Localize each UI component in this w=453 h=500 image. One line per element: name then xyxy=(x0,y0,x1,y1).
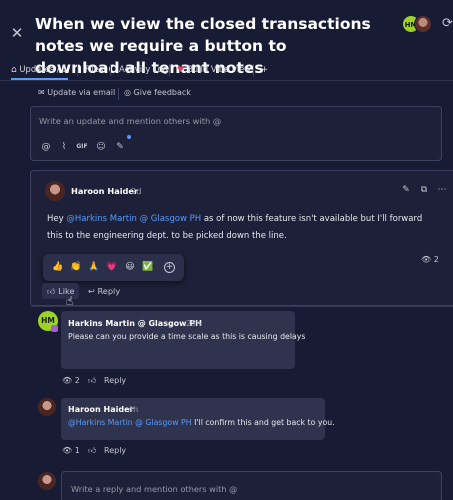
at-icon[interactable]: @ xyxy=(39,140,53,154)
notification-dot xyxy=(127,135,131,139)
tab-build-vibe-view[interactable]: ♥ Build Vibe view xyxy=(177,60,251,80)
mention-link[interactable]: @Harkins Martin @ Glasgow PH xyxy=(68,418,192,427)
post-body: Hey @Harkins Martin @ Glasgow PH as of n… xyxy=(47,214,423,241)
emoji-icon[interactable]: ☺ xyxy=(94,140,108,154)
reply-like-button[interactable]: 👍︎ xyxy=(88,376,96,388)
avatar xyxy=(38,472,56,490)
mail-icon: ✉ xyxy=(38,88,45,97)
attachment-icon[interactable]: ⌇ xyxy=(57,140,71,154)
reply-text: Please can you provide a time scale as t… xyxy=(68,332,306,341)
divider xyxy=(0,80,453,81)
reply-input[interactable]: Write a reply and mention others with @ xyxy=(71,484,237,494)
home-icon: ⌂ xyxy=(11,65,17,75)
reply-editor[interactable]: Write a reply and mention others with @ xyxy=(61,471,442,500)
avatar[interactable] xyxy=(45,181,65,201)
reply-bubble: Harkins Martin @ Glasgow PH 23h Please c… xyxy=(61,311,305,369)
reactions-popup: 👍 👏 🙏 💗 😃 ✅ + xyxy=(43,254,184,281)
add-reaction-icon[interactable]: + xyxy=(164,262,175,273)
reply-text: @Harkins Martin @ Glasgow PH I'll confir… xyxy=(68,418,335,427)
update-editor[interactable]: Write an update and mention others with … xyxy=(30,106,442,161)
heart-icon: ♥ xyxy=(177,64,185,74)
reply-button[interactable]: ↩ Reply xyxy=(88,283,120,299)
feedback-icon: ◎ xyxy=(124,88,131,97)
tab-activity-log[interactable]: Activity Log xyxy=(119,60,168,80)
reply-like-button[interactable]: 👍︎ xyxy=(88,446,96,458)
update-input[interactable]: Write an update and mention others with … xyxy=(39,116,221,126)
add-view-button[interactable]: + xyxy=(261,60,268,80)
guest-badge xyxy=(51,325,58,332)
update-via-email-link[interactable]: ✉ Update via email xyxy=(38,88,115,100)
reply-seen-count[interactable]: 👁 2 xyxy=(62,376,80,388)
copy-icon[interactable]: ⧉ xyxy=(418,184,430,196)
reply-author[interactable]: Haroon Haider xyxy=(68,405,133,414)
eye-icon: 👁 xyxy=(62,446,73,455)
thumbs-up-icon: 👍︎ xyxy=(88,376,97,385)
gif-icon[interactable]: GIF xyxy=(75,140,89,154)
thumbs-up-reaction[interactable]: 👍 xyxy=(51,260,65,274)
tab-bar: ⌂ Updates / 1 Files Activity Log ♥ Build… xyxy=(0,60,453,80)
close-icon[interactable]: ✕ xyxy=(10,26,24,41)
edit-icon[interactable]: ✎ xyxy=(400,184,412,196)
reply-time: 23h xyxy=(186,319,202,328)
more-icon[interactable]: ⋯ xyxy=(436,184,448,196)
reply-reply-button[interactable]: Reply xyxy=(104,376,126,388)
tab-updates[interactable]: ⌂ Updates / 1 xyxy=(11,60,68,80)
reply-time: 4h xyxy=(128,405,139,414)
post-author[interactable]: Haroon Haider xyxy=(71,186,138,196)
tab-files[interactable]: Files xyxy=(85,60,103,80)
divider xyxy=(118,88,119,100)
mention-link[interactable]: @Harkins Martin @ Glasgow PH xyxy=(66,214,201,224)
reply-bubble: Haroon Haider 4h @Harkins Martin @ Glasg… xyxy=(61,398,335,440)
divider xyxy=(30,306,453,307)
heart-reaction[interactable]: 💗 xyxy=(105,260,119,274)
eye-icon: 👁 xyxy=(62,376,73,385)
reply-reply-button[interactable]: Reply xyxy=(104,446,126,458)
reply-seen-count[interactable]: 👁 1 xyxy=(62,446,80,458)
eye-icon: 👁 xyxy=(421,255,432,264)
reply-author[interactable]: Harkins Martin @ Glasgow PH xyxy=(68,319,202,328)
avatar xyxy=(414,15,432,33)
thumbs-up-icon: 👍︎ xyxy=(47,286,56,296)
pray-reaction[interactable]: 🙏 xyxy=(87,260,101,274)
activity-icon[interactable]: ⟳ xyxy=(442,16,453,32)
thumbs-up-icon: 👍︎ xyxy=(88,446,97,455)
seen-count[interactable]: 👁 2 xyxy=(421,255,439,264)
check-reaction[interactable]: ✅ xyxy=(141,260,155,274)
magic-icon[interactable]: ✎ xyxy=(113,140,127,154)
reply-icon: ↩ xyxy=(88,286,95,296)
post-time: 2d xyxy=(131,186,142,196)
smile-reaction[interactable]: 😃 xyxy=(123,260,137,274)
give-feedback-link[interactable]: ◎ Give feedback xyxy=(124,88,191,100)
avatar[interactable] xyxy=(38,398,56,416)
clap-reaction[interactable]: 👏 xyxy=(69,260,83,274)
